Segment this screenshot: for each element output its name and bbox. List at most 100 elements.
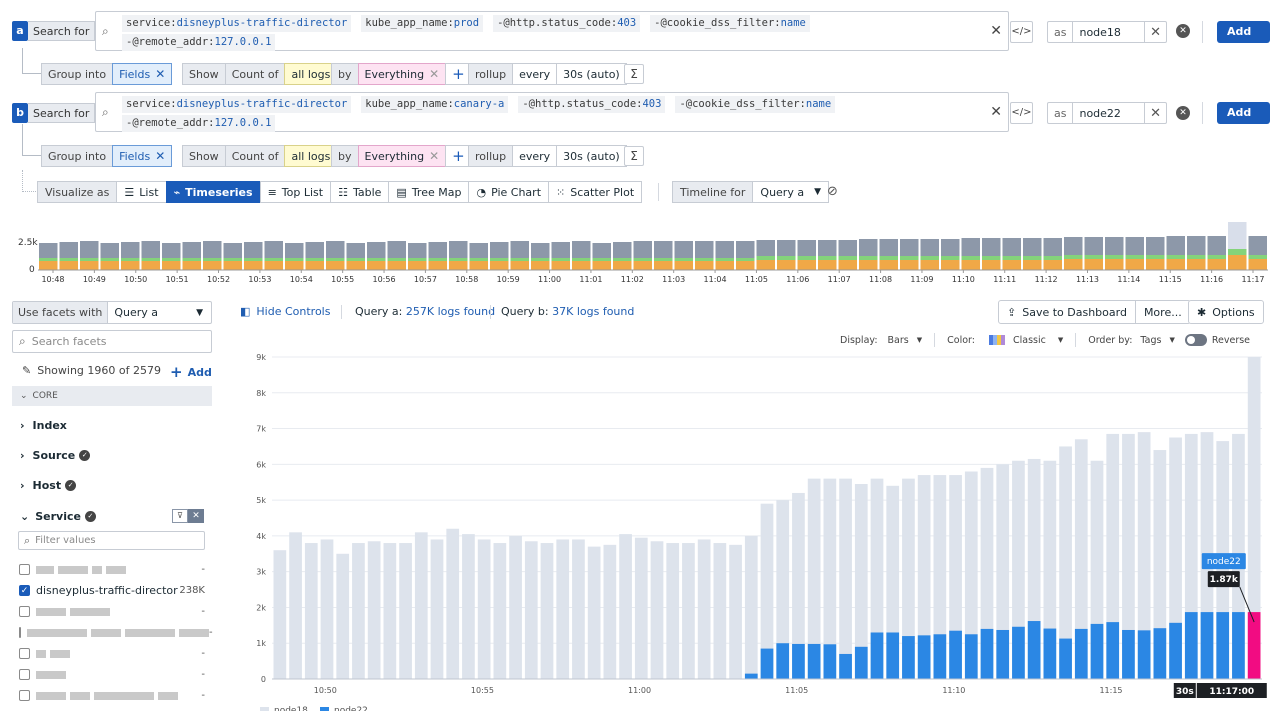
checkbox-icon[interactable]: [19, 564, 30, 575]
fields-chip[interactable]: Fields ✕: [112, 145, 173, 167]
close-icon[interactable]: ✕: [429, 67, 439, 81]
options-button[interactable]: ✱ Options: [1188, 300, 1264, 324]
more-button[interactable]: More...: [1134, 300, 1191, 324]
filter-values-input[interactable]: ⌕ Filter values: [18, 531, 205, 550]
query-token[interactable]: -@remote_addr:127.0.0.1: [122, 115, 276, 132]
tab-list[interactable]: ☰ List: [116, 181, 167, 203]
checkbox-icon[interactable]: [19, 606, 30, 617]
every-label[interactable]: every: [512, 145, 558, 167]
redacted-text: [58, 565, 88, 574]
display-value[interactable]: Bars: [888, 335, 909, 346]
pencil-icon[interactable]: ✎: [22, 364, 31, 377]
service-value-row[interactable]: ✓ disneyplus-traffic-director 238K: [19, 580, 205, 601]
core-section-header[interactable]: ⌄ CORE: [12, 386, 212, 406]
service-value-row[interactable]: -: [19, 601, 205, 622]
query-token[interactable]: kube_app_name:canary-a: [361, 96, 509, 113]
search-for-label: Search for: [28, 103, 96, 123]
all-logs-chip[interactable]: all logs: [284, 145, 338, 167]
everything-chip[interactable]: Everything ✕: [357, 145, 447, 167]
query-b-input[interactable]: ⌕ service:disneyplus-traffic-director kub…: [95, 92, 1009, 132]
timeline-bar-green: [695, 258, 714, 261]
everything-chip[interactable]: Everything ✕: [357, 63, 447, 85]
sigma-icon[interactable]: Σ: [624, 146, 644, 166]
clear-query-icon[interactable]: ✕: [990, 23, 1002, 39]
query-token[interactable]: -@http.status_code:403: [518, 96, 666, 113]
gear-icon: ✱: [1197, 305, 1207, 319]
timeline-bar-orange: [244, 261, 263, 270]
service-value-row[interactable]: -: [19, 643, 205, 664]
add-facet-button[interactable]: + Add: [170, 363, 212, 381]
timeline-chart[interactable]: 10:48 10:49 10:50 10:51 10:52 10:53 10:54 10:55…: [38, 220, 1270, 290]
query-b-badge[interactable]: b: [12, 103, 28, 123]
clear-alias-icon[interactable]: ✕: [1144, 103, 1166, 123]
query-b-alias[interactable]: as node22 ✕: [1047, 102, 1167, 124]
facet-index[interactable]: › Index: [20, 410, 67, 440]
timeline-query-select[interactable]: Query a ▼: [752, 181, 829, 203]
service-value-row[interactable]: -: [19, 559, 205, 580]
query-a-summary-count[interactable]: 257K logs found: [406, 305, 495, 318]
code-view-icon[interactable]: </>: [1010, 21, 1033, 43]
timeline-tick-label: 11:11: [993, 275, 1016, 284]
save-to-dashboard-button[interactable]: ⇪ Save to Dashboard: [998, 300, 1136, 324]
add-query-button[interactable]: Add ▾: [1217, 21, 1270, 60]
interval-select[interactable]: 30s (auto): [556, 63, 627, 85]
clear-alias-icon[interactable]: ✕: [1144, 22, 1166, 42]
query-token[interactable]: kube_app_name:prod: [361, 15, 484, 32]
service-value-row[interactable]: -: [19, 685, 205, 706]
checkbox-icon[interactable]: [19, 690, 30, 701]
timeline-bar-orange: [510, 261, 529, 270]
close-icon[interactable]: ✕: [429, 149, 439, 163]
query-token[interactable]: -@remote_addr:127.0.0.1: [122, 34, 276, 51]
tab-top-list[interactable]: ≡ Top List: [259, 181, 332, 203]
query-b-rollup-bar: rollup every 30s (auto): [468, 145, 627, 167]
facet-source[interactable]: › Source ✓: [20, 440, 91, 470]
tab-label: Tree Map: [411, 185, 462, 199]
query-b-summary-count[interactable]: 37K logs found: [552, 305, 634, 318]
facet-host[interactable]: › Host ✓: [20, 470, 77, 500]
timeseries-chart[interactable]: 0 1k 2k 3k 4k 5k 6k 7k 8k 9k 10:50 10:55 11:00 11:05 1…: [240, 350, 1270, 711]
alias-value[interactable]: node22: [1073, 107, 1144, 120]
code-view-icon[interactable]: </>: [1010, 102, 1033, 124]
order-value[interactable]: Tags: [1140, 335, 1161, 346]
tab-timeseries[interactable]: ⌁ Timeseries: [165, 181, 261, 203]
close-icon[interactable]: ✕: [188, 509, 204, 523]
query-token[interactable]: service:disneyplus-traffic-director: [122, 96, 352, 113]
tab-pie-chart[interactable]: ◔ Pie Chart: [468, 181, 550, 203]
checkbox-icon[interactable]: [19, 627, 21, 638]
every-label[interactable]: every: [512, 63, 558, 85]
query-token[interactable]: -@http.status_code:403: [493, 15, 641, 32]
checkbox-icon[interactable]: [19, 648, 30, 659]
search-facets-input[interactable]: ⌕ Search facets: [12, 330, 212, 353]
fields-chip[interactable]: Fields ✕: [112, 63, 173, 85]
close-icon[interactable]: ✕: [155, 149, 165, 163]
filter-icon[interactable]: ⊽: [172, 509, 188, 523]
alias-value[interactable]: node18: [1073, 26, 1144, 39]
use-facets-with-select[interactable]: Use facets with Query a ▼: [12, 301, 212, 324]
query-token[interactable]: -@cookie_dss_filter:name: [675, 96, 836, 113]
color-value[interactable]: Classic: [1013, 335, 1046, 346]
checkbox-checked-icon[interactable]: ✓: [19, 585, 30, 596]
query-a-badge[interactable]: a: [12, 21, 28, 41]
tab-table[interactable]: ☷ Table: [330, 181, 390, 203]
close-icon[interactable]: ✕: [155, 67, 165, 81]
eye-off-icon[interactable]: ⊘: [827, 184, 838, 199]
tab-scatter-plot[interactable]: ⁙ Scatter Plot: [548, 181, 643, 203]
reverse-toggle[interactable]: [1184, 334, 1207, 346]
checkbox-icon[interactable]: [19, 669, 30, 680]
query-a-input[interactable]: ⌕ service:disneyplus-traffic-director kub…: [95, 11, 1009, 51]
query-token[interactable]: service:disneyplus-traffic-director: [122, 15, 352, 32]
remove-query-icon[interactable]: ✕: [1176, 24, 1190, 38]
service-value-row[interactable]: -: [19, 664, 205, 685]
hide-controls-button[interactable]: ◧ Hide Controls: [240, 305, 330, 318]
query-a-alias[interactable]: as node18 ✕: [1047, 21, 1167, 43]
facet-service[interactable]: ⌄ Service ✓: [20, 501, 96, 531]
query-token[interactable]: -@cookie_dss_filter:name: [650, 15, 810, 32]
service-value-row[interactable]: -: [19, 622, 213, 643]
clear-query-icon[interactable]: ✕: [990, 104, 1002, 120]
tab-tree-map[interactable]: ▤ Tree Map: [388, 181, 470, 203]
all-logs-chip[interactable]: all logs: [284, 63, 338, 85]
interval-select[interactable]: 30s (auto): [556, 145, 627, 167]
remove-query-icon[interactable]: ✕: [1176, 106, 1190, 120]
add-query-button[interactable]: Add ▾: [1217, 102, 1270, 141]
sigma-icon[interactable]: Σ: [624, 64, 644, 84]
